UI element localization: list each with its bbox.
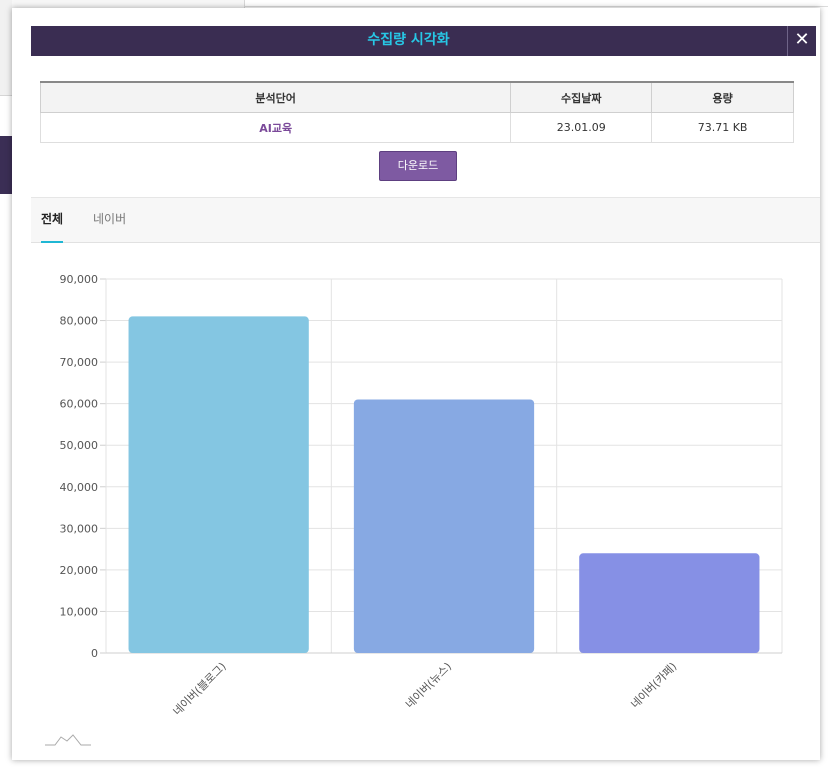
info-table: 분석단어 수집날짜 용량 AI교육 23.01.09 73.71 KB [39, 81, 794, 143]
y-tick-label: 90,000 [60, 273, 99, 286]
y-tick-label: 0 [91, 647, 98, 660]
cell-size: 73.71 KB [651, 112, 794, 143]
y-tick-label: 80,000 [60, 315, 99, 328]
visualization-modal: 수집량 시각화 ✕ 분석단어 수집날짜 용량 AI교육 23.01.09 73.… [12, 8, 820, 760]
background-divider [244, 6, 828, 7]
header-size: 용량 [651, 81, 794, 113]
background-sidebar-item [0, 136, 12, 194]
cell-collect-date: 23.01.09 [510, 112, 653, 143]
close-button[interactable]: ✕ [787, 26, 816, 56]
x-tick-label: 네이버(블로그) [171, 660, 229, 718]
modal-title: 수집량 시각화 [367, 32, 450, 48]
y-tick-label: 10,000 [60, 605, 99, 618]
y-tick-label: 20,000 [60, 564, 99, 577]
tab-naver[interactable]: 네이버 [93, 198, 126, 242]
background-panel [12, 0, 245, 8]
chart-thumbnail-icon[interactable] [43, 732, 93, 748]
table-header-row: 분석단어 수집날짜 용량 [39, 81, 794, 113]
close-icon: ✕ [794, 29, 810, 50]
bar [128, 316, 309, 653]
table-row: AI교육 23.01.09 73.71 KB [39, 112, 794, 143]
y-tick-label: 40,000 [60, 481, 99, 494]
modal-header: 수집량 시각화 ✕ [31, 26, 816, 56]
y-tick-label: 60,000 [60, 398, 99, 411]
y-tick-label: 70,000 [60, 356, 99, 369]
cell-analysis-word: AI교육 [39, 112, 512, 143]
background-sidebar [0, 0, 12, 96]
download-button[interactable]: 다운로드 [379, 151, 457, 181]
tab-all[interactable]: 전체 [41, 198, 64, 243]
x-tick-label: 네이버(카페) [628, 660, 679, 711]
bar [353, 399, 535, 653]
y-tick-label: 30,000 [60, 522, 99, 535]
x-tick-label: 네이버(뉴스) [403, 660, 454, 711]
y-tick-label: 50,000 [60, 439, 99, 452]
header-collect-date: 수집날짜 [510, 81, 653, 113]
tab-bar: 전체 네이버 [31, 197, 820, 243]
bar [579, 553, 760, 653]
header-analysis-word: 분석단어 [39, 81, 512, 113]
bar-chart: 0 10,000 20,000 30,000 40,000 50,000 60,000 70,… [60, 273, 783, 718]
